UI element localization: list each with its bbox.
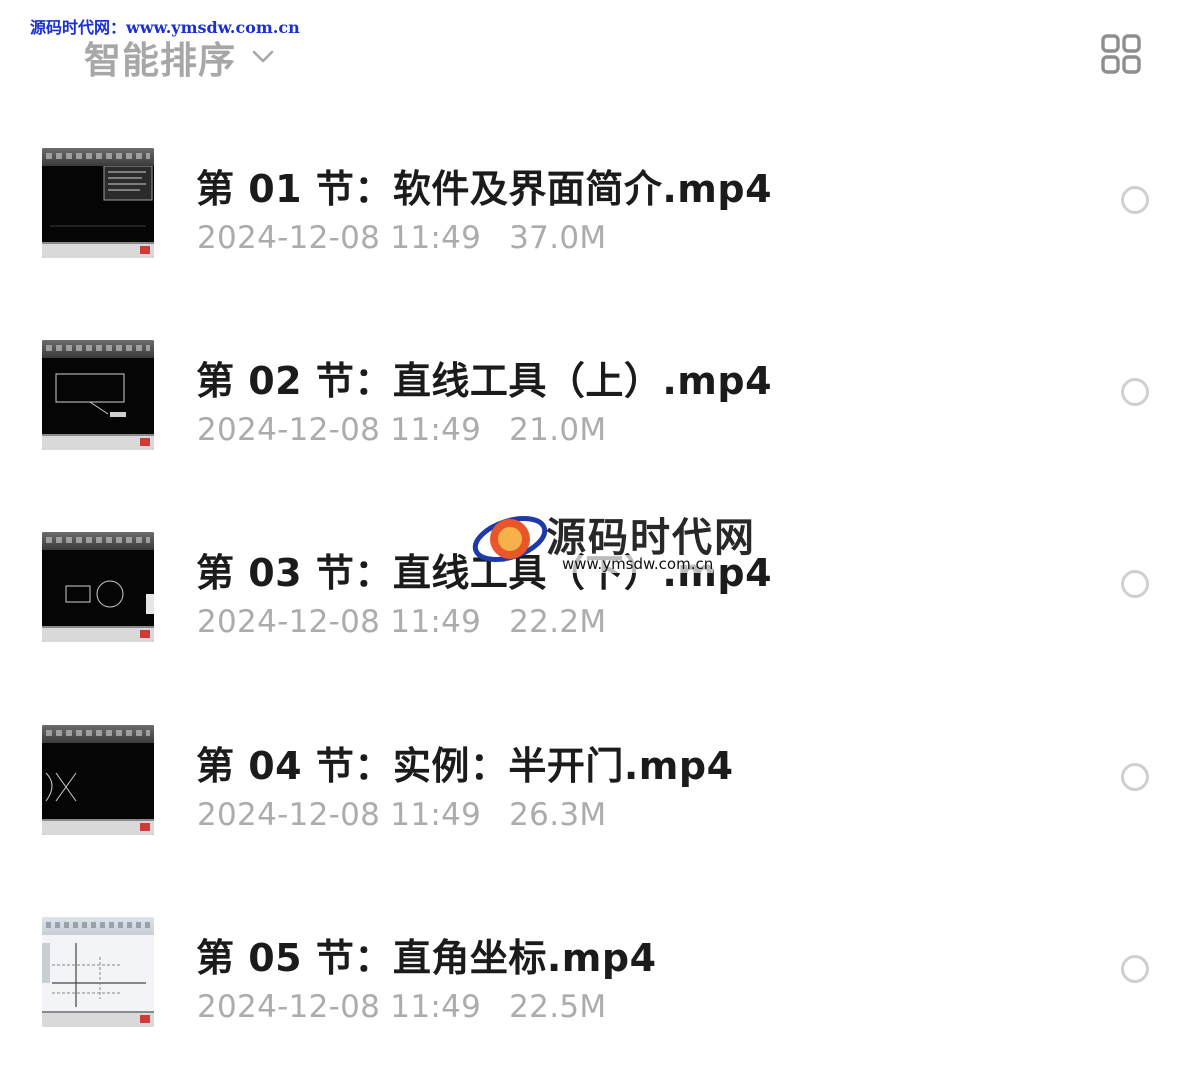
file-list: 第 01 节：软件及界面简介.mp4 2024-12-08 11:49 37.0M… [0,0,1199,1086]
file-title: 第 03 节：直线工具（下）.mp4 [196,551,773,595]
file-meta: 2024-12-08 11:49 37.0M [197,220,606,256]
file-meta: 2024-12-08 11:49 22.5M [197,989,606,1025]
file-date: 2024-12-08 11:49 [197,797,482,833]
file-meta: 2024-12-08 11:49 26.3M [197,797,606,833]
file-date: 2024-12-08 11:49 [197,989,482,1025]
file-item[interactable]: 第 04 节：实例：半开门.mp4 2024-12-08 11:49 26.3M [0,725,1199,865]
video-thumbnail [42,917,154,1027]
video-thumbnail [42,532,154,642]
file-date: 2024-12-08 11:49 [197,604,482,640]
file-size: 22.2M [509,604,607,640]
select-radio[interactable] [1121,378,1149,406]
select-radio[interactable] [1121,186,1149,214]
video-thumbnail [42,340,154,450]
file-meta: 2024-12-08 11:49 21.0M [197,412,606,448]
select-radio[interactable] [1121,570,1149,598]
file-title: 第 04 节：实例：半开门.mp4 [196,744,734,788]
video-thumbnail [42,725,154,835]
file-title: 第 02 节：直线工具（上）.mp4 [196,359,773,403]
select-radio[interactable] [1121,955,1149,983]
file-title: 第 01 节：软件及界面简介.mp4 [196,167,773,211]
select-radio[interactable] [1121,763,1149,791]
file-item[interactable]: 第 03 节：直线工具（下）.mp4 2024-12-08 11:49 22.2M [0,532,1199,672]
file-date: 2024-12-08 11:49 [197,412,482,448]
file-size: 22.5M [509,989,607,1025]
file-item[interactable]: 第 02 节：直线工具（上）.mp4 2024-12-08 11:49 21.0M [0,340,1199,480]
file-size: 21.0M [509,412,607,448]
file-item[interactable]: 第 05 节：直角坐标.mp4 2024-12-08 11:49 22.5M [0,917,1199,1057]
file-title: 第 05 节：直角坐标.mp4 [196,936,657,980]
file-size: 26.3M [509,797,607,833]
file-date: 2024-12-08 11:49 [197,220,482,256]
file-meta: 2024-12-08 11:49 22.2M [197,604,606,640]
video-thumbnail [42,148,154,258]
file-item[interactable]: 第 01 节：软件及界面简介.mp4 2024-12-08 11:49 37.0M [0,148,1199,288]
file-size: 37.0M [509,220,607,256]
